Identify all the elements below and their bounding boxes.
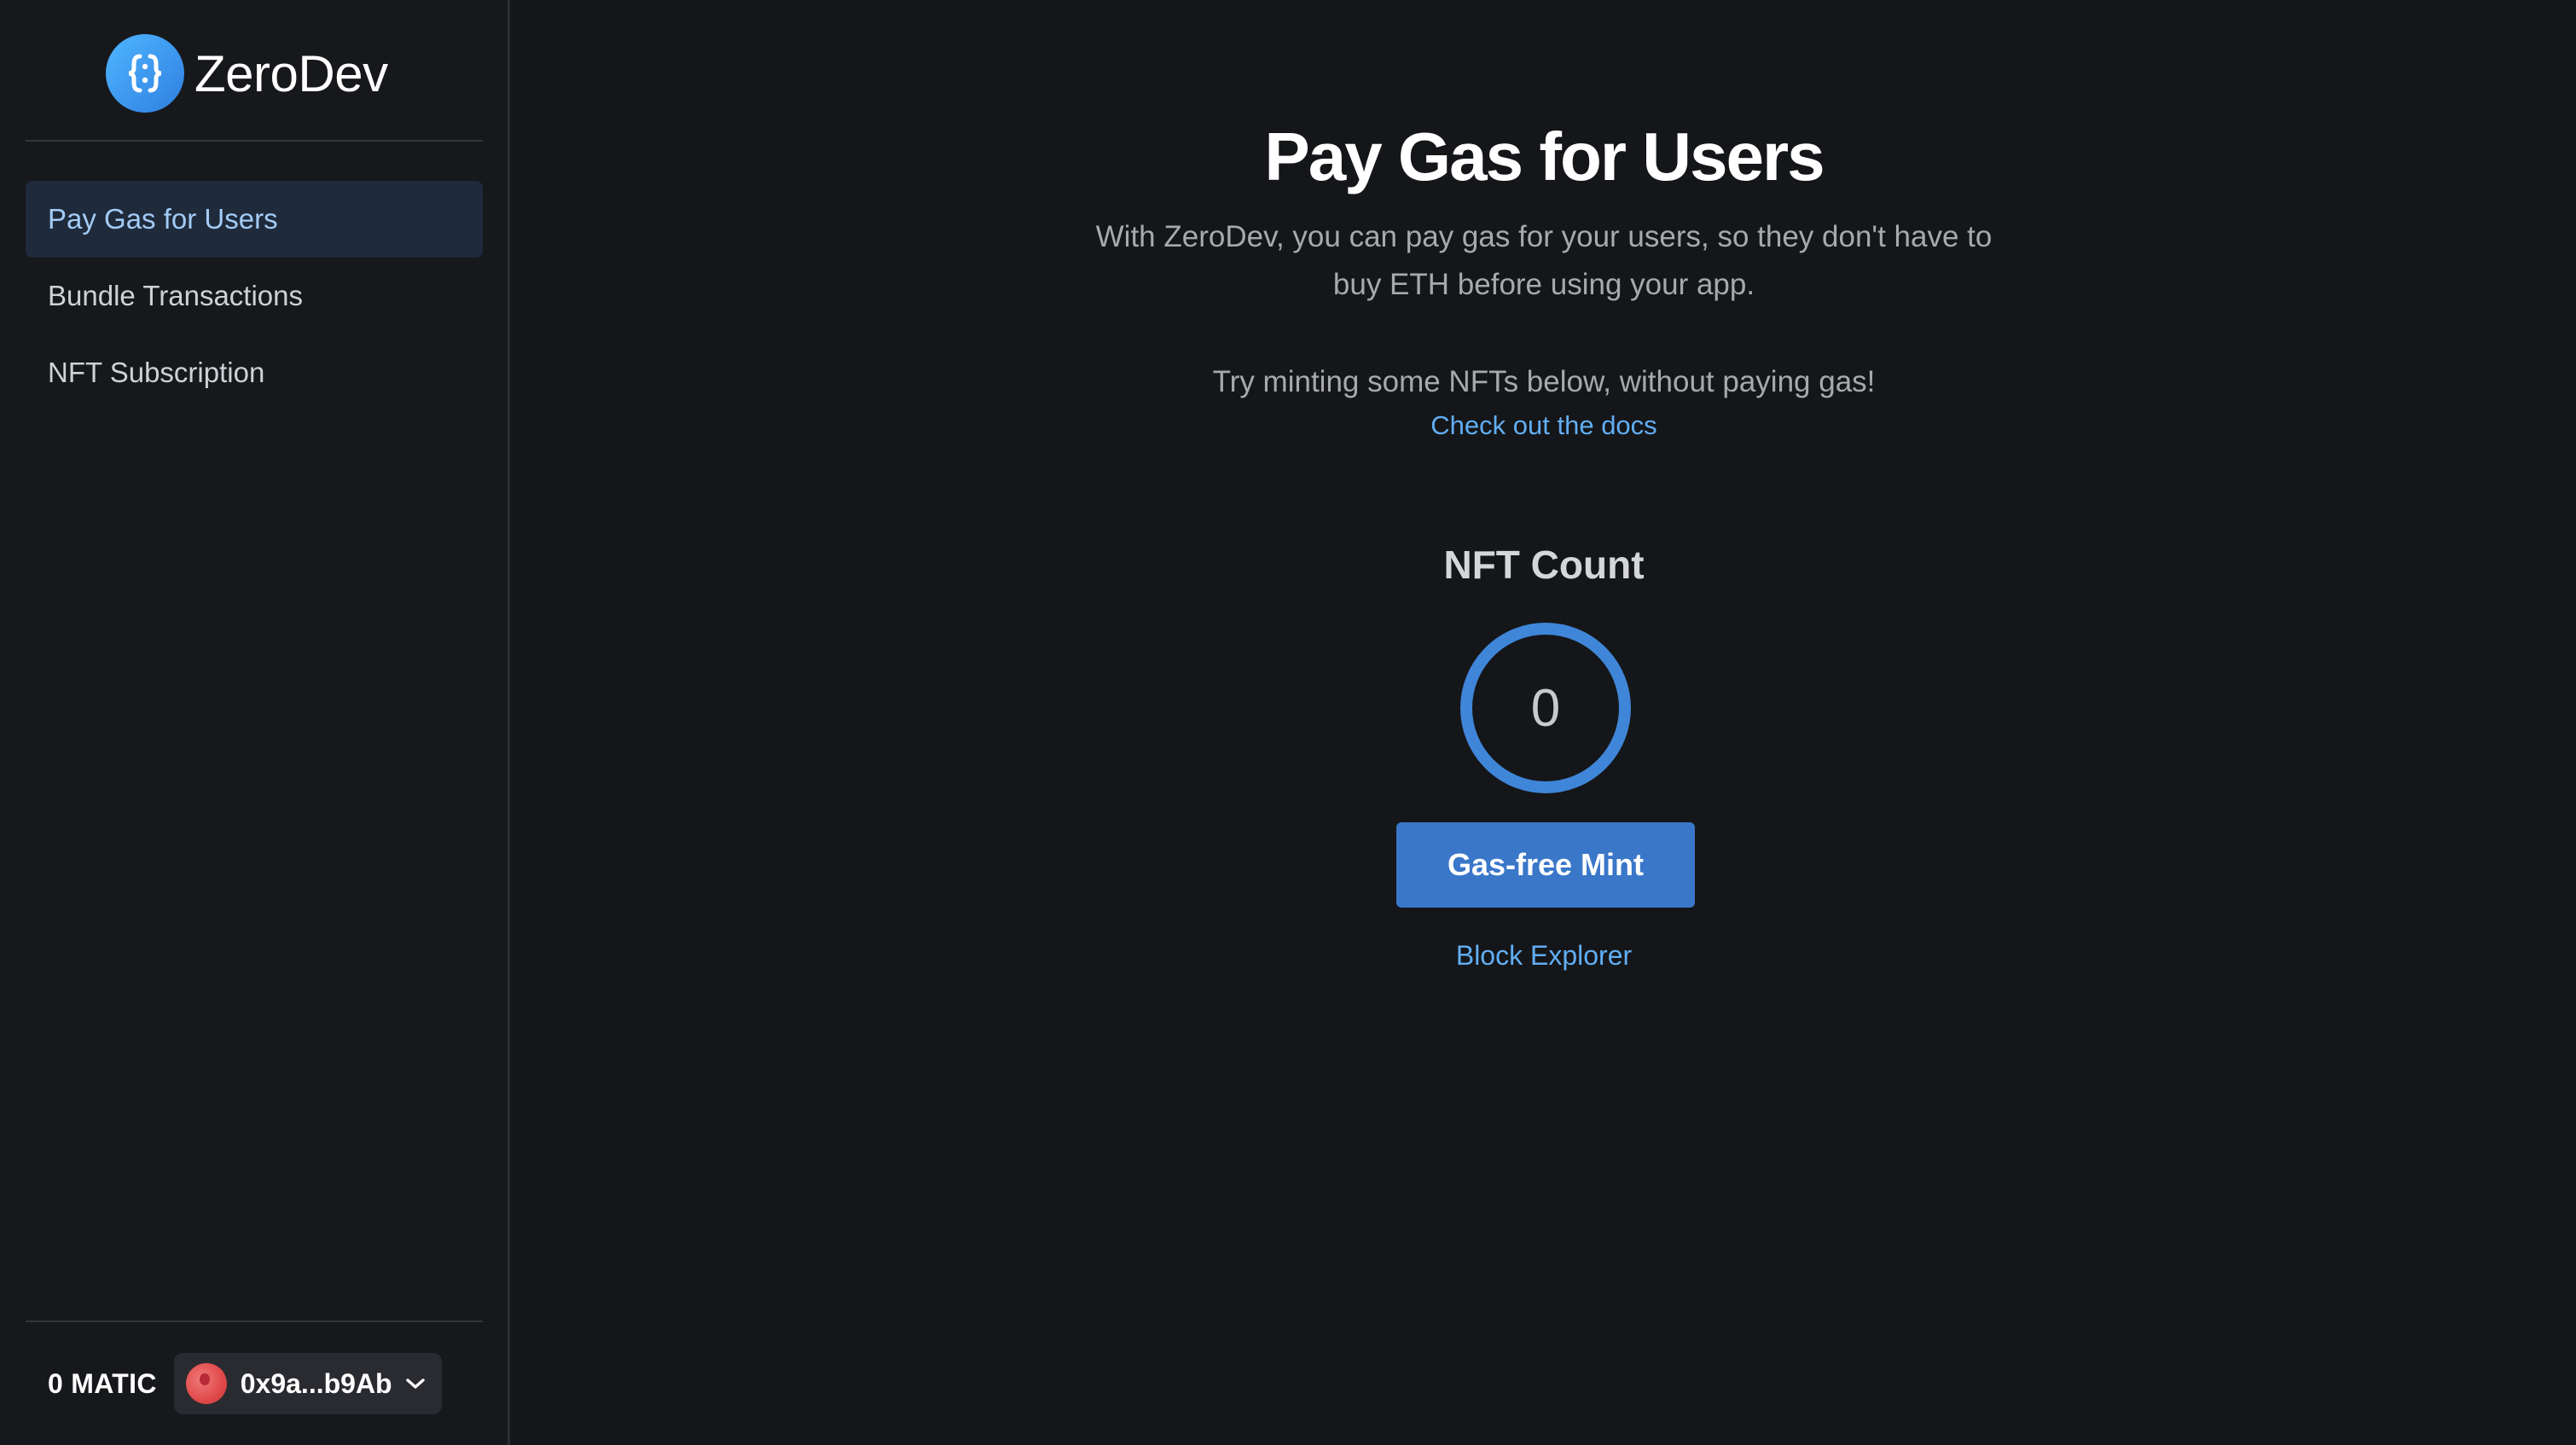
description-line: With ZeroDev, you can pay gas for your u… bbox=[1095, 220, 1993, 253]
brand-name: ZeroDev bbox=[194, 44, 388, 102]
sidebar-top-divider bbox=[26, 140, 483, 142]
docs-link[interactable]: Check out the docs bbox=[1430, 410, 1656, 440]
wallet-account-button[interactable]: 0x9a...b9Ab bbox=[173, 1353, 442, 1414]
gas-free-mint-button[interactable]: Gas-free Mint bbox=[1396, 822, 1695, 908]
docs-link-row: Check out the docs bbox=[512, 406, 2576, 445]
sidebar-item-pay-gas[interactable]: Pay Gas for Users bbox=[26, 181, 483, 258]
wallet-address: 0x9a...b9Ab bbox=[240, 1367, 392, 1399]
sidebar-item-bundle-transactions[interactable]: Bundle Transactions bbox=[26, 258, 483, 334]
sidebar-item-label: Bundle Transactions bbox=[48, 280, 304, 311]
nft-count-ring: 0 bbox=[1460, 623, 1631, 793]
sidebar-nav: Pay Gas for Users Bundle Transactions NF… bbox=[26, 181, 483, 411]
sidebar-item-label: Pay Gas for Users bbox=[48, 203, 278, 235]
zerodev-logo-icon bbox=[106, 34, 184, 113]
block-explorer-link[interactable]: Block Explorer bbox=[1456, 940, 1632, 971]
chevron-down-icon bbox=[405, 1378, 425, 1389]
try-minting-text: Try minting some NFTs below, without pay… bbox=[1212, 365, 1876, 398]
main-content: Pay Gas for Users With ZeroDev, you can … bbox=[512, 0, 2576, 1445]
description-line: buy ETH before using your app. bbox=[1332, 268, 1755, 301]
sidebar-bottom-divider bbox=[26, 1320, 483, 1322]
brand[interactable]: ZeroDev bbox=[106, 32, 388, 114]
nft-count-value: 0 bbox=[1530, 678, 1561, 738]
nft-count-heading: NFT Count bbox=[1443, 543, 1645, 587]
page-title: Pay Gas for Users bbox=[1264, 119, 1825, 194]
account-bar: 0 MATIC 0x9a...b9Ab bbox=[48, 1353, 442, 1414]
block-explorer-row: Block Explorer bbox=[512, 935, 2576, 976]
sidebar: ZeroDev Pay Gas for Users Bundle Transac… bbox=[0, 0, 510, 1445]
app-window: ZeroDev Pay Gas for Users Bundle Transac… bbox=[0, 0, 2576, 1445]
sidebar-item-nft-subscription[interactable]: NFT Subscription bbox=[26, 334, 483, 411]
balance-label: 0 MATIC bbox=[48, 1367, 157, 1399]
sidebar-item-label: NFT Subscription bbox=[48, 357, 265, 388]
page-description: With ZeroDev, you can pay gas for your u… bbox=[512, 213, 2576, 309]
wallet-avatar-icon bbox=[185, 1363, 227, 1404]
braces-icon bbox=[128, 54, 162, 93]
